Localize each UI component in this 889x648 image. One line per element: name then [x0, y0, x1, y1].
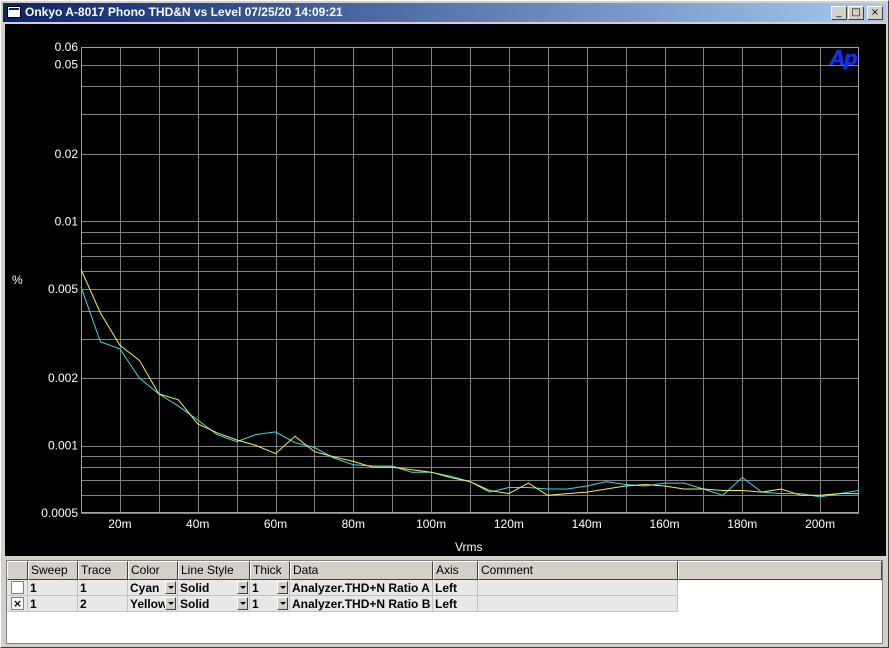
y-tick-label: 0.002 [48, 371, 78, 385]
y-tick-label: 0.05 [55, 58, 79, 72]
row-1-checkbox[interactable] [11, 581, 24, 594]
ap-logo: Ap [830, 46, 858, 70]
x-tick-label: 20m [108, 517, 131, 531]
row-2-line-style-dropdown[interactable]: Solid [178, 596, 250, 612]
x-tick-label: 140m [572, 517, 602, 531]
header-trace[interactable]: Trace [78, 561, 128, 580]
chevron-down-icon[interactable] [237, 597, 248, 610]
x-tick-label: 180m [727, 517, 757, 531]
row-2-checkbox[interactable]: × [11, 597, 24, 610]
y-tick-label: 0.0005 [41, 506, 78, 520]
row-2-axis[interactable]: Left [433, 596, 478, 612]
row-1-line-style-dropdown[interactable]: Solid [178, 580, 250, 596]
row-2-line-style-value: Solid [180, 597, 210, 611]
x-tick-label: 100m [416, 517, 446, 531]
row-1-thick-value: 1 [252, 581, 259, 595]
chevron-down-icon[interactable] [277, 597, 288, 610]
y-tick-label: 0.001 [48, 439, 78, 453]
x-tick-label: 60m [264, 517, 287, 531]
y-tick-label: 0.06 [55, 40, 79, 54]
row-2-sweep[interactable]: 1 [28, 596, 78, 612]
row-2-trace[interactable]: 2 [78, 596, 128, 612]
y-tick-label: 0.02 [55, 147, 79, 161]
x-axis-label: Vrms [455, 540, 483, 554]
table-row-2-check-cell: × [7, 596, 28, 612]
header-comment[interactable]: Comment [478, 561, 678, 580]
x-tick-label: 160m [649, 517, 679, 531]
y-axis-label: % [12, 273, 23, 287]
row-2-comment[interactable] [478, 596, 678, 612]
trace-table[interactable]: Sweep Trace Color Line Style Thick Data … [6, 560, 883, 644]
row-1-line-style-value: Solid [180, 581, 210, 595]
x-tick-label: 200m [805, 517, 835, 531]
row-1-color-value: Cyan [130, 581, 160, 595]
row-1-color-dropdown[interactable]: Cyan [128, 580, 178, 596]
thd-chart: 0.0005 0.001 0.002 0.005 0.01 0.02 0.05 0.06 20m… [41, 40, 860, 531]
header-check [7, 561, 28, 580]
header-thick[interactable]: Thick [250, 561, 290, 580]
y-tick-label: 0.005 [48, 282, 78, 296]
row-1-comment[interactable] [478, 580, 678, 596]
y-tick-label: 0.01 [55, 214, 79, 228]
header-data[interactable]: Data [290, 561, 433, 580]
row-2-thick-dropdown[interactable]: 1 [250, 596, 290, 612]
header-filler [678, 561, 882, 580]
x-tick-label: 40m [186, 517, 209, 531]
table-row-1-check-cell [7, 580, 28, 596]
header-axis[interactable]: Axis [433, 561, 478, 580]
header-sweep[interactable]: Sweep [28, 561, 78, 580]
row-2-color-value: Yellow [130, 597, 168, 611]
row-1-data[interactable]: Analyzer.THD+N Ratio A [290, 580, 433, 596]
row-1-trace[interactable]: 1 [78, 580, 128, 596]
row-1-sweep[interactable]: 1 [28, 580, 78, 596]
header-color[interactable]: Color [128, 561, 178, 580]
x-tick-label: 80m [342, 517, 365, 531]
x-tick-label: 120m [494, 517, 524, 531]
row-2-data[interactable]: Analyzer.THD+N Ratio B [290, 596, 433, 612]
header-line-style[interactable]: Line Style [178, 561, 250, 580]
row-1-thick-dropdown[interactable]: 1 [250, 580, 290, 596]
row-1-axis[interactable]: Left [433, 580, 478, 596]
row-2-color-dropdown[interactable]: Yellow [128, 596, 178, 612]
chevron-down-icon[interactable] [165, 597, 176, 610]
chevron-down-icon[interactable] [165, 581, 176, 594]
chevron-down-icon[interactable] [237, 581, 248, 594]
row-2-thick-value: 1 [252, 597, 259, 611]
chevron-down-icon[interactable] [277, 581, 288, 594]
